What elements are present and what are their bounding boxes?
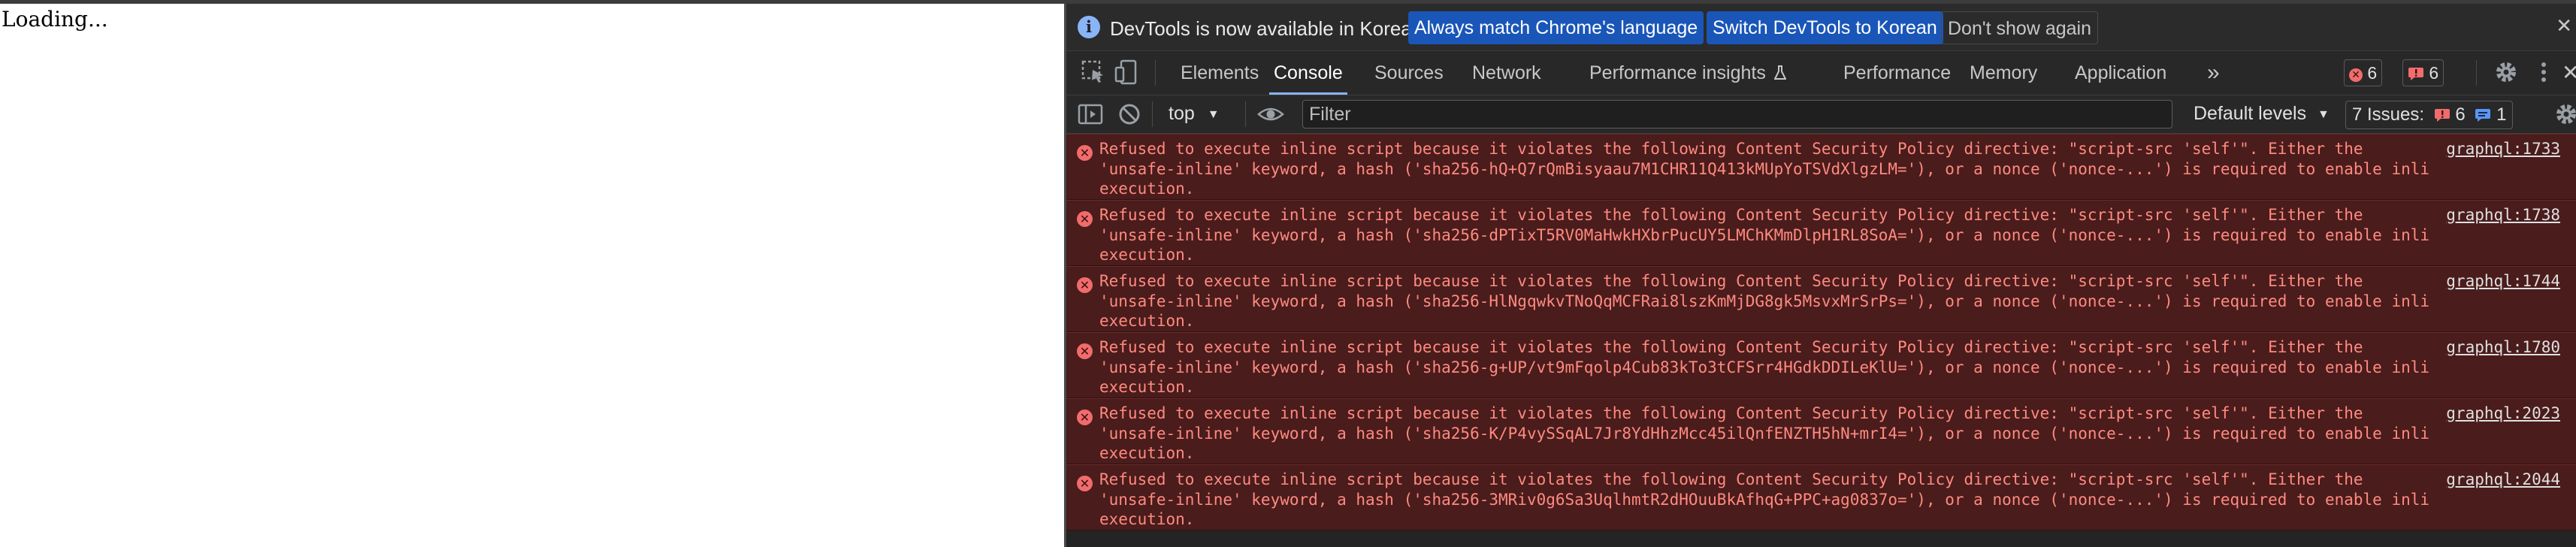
loading-text: Loading...: [2, 7, 108, 32]
error-icon: ✕: [1077, 145, 1093, 161]
error-icon: ✕: [1077, 277, 1093, 293]
console-settings-gear-icon[interactable]: [2553, 101, 2576, 128]
switch-to-korean-button[interactable]: Switch DevTools to Korean: [1707, 11, 1943, 44]
error-icon: ✕: [1077, 476, 1093, 491]
console-toolbar: top ▼ Default levels ▼ 7 Issues: 6: [1066, 95, 2576, 134]
issue-info-icon: [2475, 109, 2491, 122]
settings-gear-icon[interactable]: [2493, 59, 2520, 86]
kebab-menu-icon[interactable]: [2530, 59, 2557, 86]
more-tabs-icon[interactable]: »: [2207, 51, 2220, 95]
close-devtools-icon[interactable]: ✕: [2562, 60, 2576, 85]
filter-input[interactable]: [1302, 100, 2172, 128]
source-link[interactable]: graphql:2044: [2446, 470, 2560, 490]
message-line: execution.: [1099, 180, 1195, 198]
source-link[interactable]: graphql:1744: [2446, 271, 2560, 292]
page-viewport: Loading...: [0, 4, 1064, 547]
message-line: execution.: [1099, 246, 1195, 264]
message-line: 'unsafe-inline' keyword, a hash ('sha256…: [1099, 159, 2429, 178]
tab-sources[interactable]: Sources: [1374, 51, 1444, 95]
error-count: 6: [2367, 63, 2378, 83]
devtools-tabbar: Elements Console Sources Network Perform…: [1066, 51, 2576, 95]
match-language-button[interactable]: Always match Chrome's language: [1408, 11, 1704, 44]
log-levels-dropdown[interactable]: Default levels ▼: [2194, 103, 2330, 125]
message-line: 'unsafe-inline' keyword, a hash ('sha256…: [1099, 424, 2429, 443]
device-toolbar-icon[interactable]: [1114, 59, 1141, 86]
experiment-flask-icon: [1773, 65, 1787, 80]
message-line: Refused to execute inline script because…: [1099, 470, 2363, 488]
toolbar-divider: [2476, 60, 2477, 86]
info-icon: i: [1078, 16, 1100, 38]
issue-icon: [2408, 68, 2423, 80]
issues-info-count: 1: [2496, 104, 2507, 125]
log-levels-value: Default levels: [2194, 103, 2307, 124]
source-link[interactable]: graphql:1733: [2446, 139, 2560, 159]
message-line: execution.: [1099, 312, 1195, 330]
toolbar-divider: [1152, 101, 1153, 127]
error-icon: ✕: [1077, 211, 1093, 227]
message-line: Refused to execute inline script because…: [1099, 140, 2363, 158]
infobar-message: DevTools is now available in Korean!: [1110, 17, 1429, 40]
issue-error-icon: [2434, 109, 2450, 122]
message-line: execution.: [1099, 510, 1195, 528]
issues-button[interactable]: 7 Issues: 6 1: [2345, 101, 2514, 129]
message-line: 'unsafe-inline' keyword, a hash ('sha256…: [1099, 292, 2429, 310]
console-error-message: ✕ Refused to execute inline script becau…: [1066, 464, 2576, 530]
message-line: execution.: [1099, 444, 1195, 462]
chevron-down-icon: ▼: [2317, 108, 2330, 121]
message-line: execution.: [1099, 378, 1195, 396]
message-line: 'unsafe-inline' keyword, a hash ('sha256…: [1099, 358, 2429, 376]
error-counter[interactable]: ✕ 6: [2344, 59, 2383, 86]
tab-application[interactable]: Application: [2075, 51, 2166, 95]
tab-performance[interactable]: Performance: [1843, 51, 1951, 95]
sidebar-toggle-icon[interactable]: [1077, 101, 1104, 128]
issues-label: 7 Issues:: [2352, 104, 2425, 125]
message-line: 'unsafe-inline' keyword, a hash ('sha256…: [1099, 490, 2429, 509]
context-value: top: [1169, 103, 1195, 124]
dont-show-again-button[interactable]: Don't show again: [1941, 11, 2099, 44]
message-line: 'unsafe-inline' keyword, a hash ('sha256…: [1099, 225, 2429, 244]
error-icon: ✕: [2349, 68, 2363, 82]
clear-console-icon[interactable]: [1116, 101, 1143, 128]
tab-network[interactable]: Network: [1472, 51, 1541, 95]
console-error-message: ✕ Refused to execute inline script becau…: [1066, 134, 2576, 200]
message-line: Refused to execute inline script because…: [1099, 338, 2363, 356]
console-error-message: ✕ Refused to execute inline script becau…: [1066, 398, 2576, 464]
message-line: Refused to execute inline script because…: [1099, 404, 2363, 422]
console-messages: ✕ Refused to execute inline script becau…: [1066, 134, 2576, 530]
chevron-down-icon: ▼: [1207, 108, 1220, 121]
toolbar-divider: [1155, 60, 1156, 86]
tab-memory[interactable]: Memory: [1970, 51, 2037, 95]
console-error-message: ✕ Refused to execute inline script becau…: [1066, 266, 2576, 332]
message-line: Refused to execute inline script because…: [1099, 206, 2363, 224]
context-selector[interactable]: top ▼: [1169, 103, 1220, 125]
live-expression-eye-icon[interactable]: [1257, 101, 1284, 128]
source-link[interactable]: graphql:1738: [2446, 205, 2560, 225]
message-line: Refused to execute inline script because…: [1099, 272, 2363, 290]
error-icon: ✕: [1077, 343, 1093, 359]
devtools-panel: i DevTools is now available in Korean! A…: [1064, 4, 2576, 547]
tab-console[interactable]: Console: [1269, 51, 1347, 95]
tab-performance-insights[interactable]: Performance insights: [1589, 51, 1787, 95]
issues-error-count: 6: [2455, 104, 2466, 125]
inspect-element-icon[interactable]: [1080, 59, 1107, 86]
tab-performance-insights-label: Performance insights: [1589, 62, 1766, 83]
warning-counter[interactable]: 6: [2402, 59, 2444, 86]
console-error-message: ✕ Refused to execute inline script becau…: [1066, 200, 2576, 266]
warning-count: 6: [2429, 63, 2439, 83]
source-link[interactable]: graphql:1780: [2446, 337, 2560, 358]
error-icon: ✕: [1077, 409, 1093, 425]
source-link[interactable]: graphql:2023: [2446, 403, 2560, 424]
language-infobar: i DevTools is now available in Korean! A…: [1066, 4, 2576, 51]
close-infobar-icon[interactable]: ✕: [2556, 14, 2572, 38]
tab-elements[interactable]: Elements: [1181, 51, 1259, 95]
console-error-message: ✕ Refused to execute inline script becau…: [1066, 332, 2576, 398]
toolbar-divider: [1245, 101, 1246, 127]
